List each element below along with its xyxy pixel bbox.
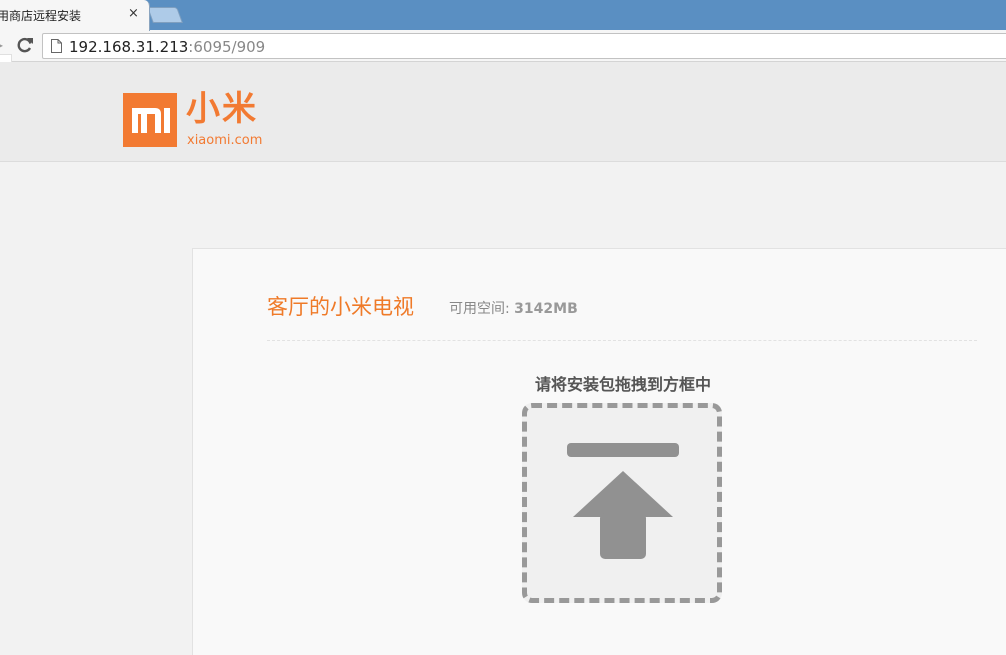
tab-active[interactable]: 用商店远程安装 × [0,0,150,31]
page-icon [51,39,62,53]
drop-zone[interactable] [522,403,722,603]
install-panel: 客厅的小米电视 可用空间: 3142MB 请将安装包拖拽到方框中 [192,248,1006,655]
available-space-value: 3142MB [514,301,578,317]
url-text[interactable]: 192.168.31.213:6095/909 [69,38,265,56]
address-bar[interactable]: 192.168.31.213:6095/909 [42,33,1006,59]
url-host: 192.168.31.213 [69,38,189,56]
available-space-label: 可用空间: [449,301,515,317]
logo-text-cn: 小米 [186,89,258,129]
reload-icon[interactable] [15,35,35,55]
device-name: 客厅的小米电视 [267,295,414,319]
tab-title: 用商店远程安装 [0,9,82,23]
drop-hint: 请将安装包拖拽到方框中 [534,375,711,394]
logo-text-en: xiaomi.com [187,133,263,148]
forward-arrow-icon[interactable]: ▸ [0,38,5,52]
upload-icon [567,443,679,559]
divider [267,340,977,341]
tab-bar: 用商店远程安装 × [0,0,1006,31]
url-path: :6095/909 [188,38,266,56]
tab-close-icon[interactable]: × [128,6,139,22]
available-space: 可用空间: 3142MB [449,298,578,318]
new-tab-button[interactable] [147,7,183,23]
mi-logo-icon[interactable] [123,93,177,147]
browser-toolbar: ▸ 192.168.31.213:6095/909 [0,30,1006,62]
site-header: 小米 xiaomi.com [0,62,1006,162]
